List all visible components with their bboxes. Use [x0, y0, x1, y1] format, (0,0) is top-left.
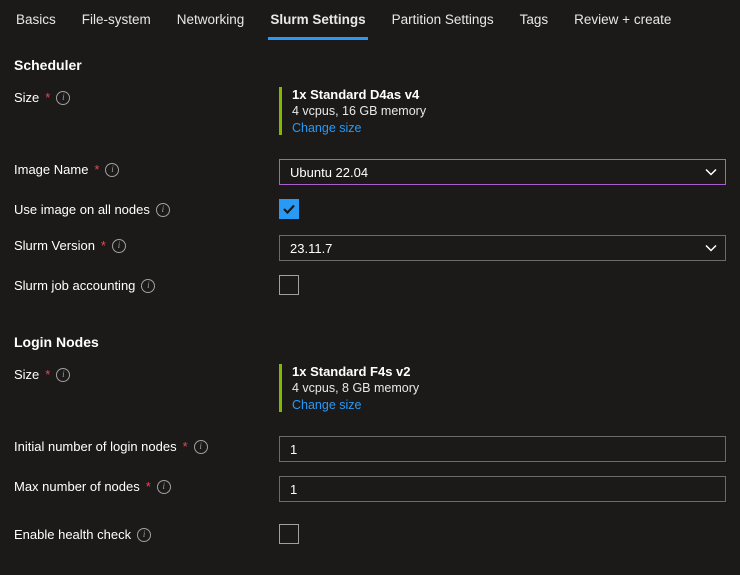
login-size-label: Size * i — [14, 364, 279, 382]
tab-networking[interactable]: Networking — [175, 6, 247, 40]
image-name-label: Image Name * i — [14, 159, 279, 177]
scheduler-size-title: 1x Standard D4as v4 — [292, 87, 426, 102]
tab-bar: Basics File-system Networking Slurm Sett… — [0, 0, 740, 41]
tab-partition-settings[interactable]: Partition Settings — [390, 6, 496, 40]
info-icon[interactable]: i — [194, 440, 208, 454]
use-image-all-nodes-checkbox[interactable] — [279, 199, 299, 219]
info-icon[interactable]: i — [157, 480, 171, 494]
label-text: Slurm job accounting — [14, 278, 135, 293]
login-size-sub: 4 vcpus, 8 GB memory — [292, 381, 419, 395]
slurm-job-accounting-label: Slurm job accounting i — [14, 275, 279, 293]
info-icon[interactable]: i — [156, 203, 170, 217]
scheduler-size-sub: 4 vcpus, 16 GB memory — [292, 104, 426, 118]
login-change-size-link[interactable]: Change size — [292, 398, 419, 412]
section-login-nodes-title: Login Nodes — [14, 334, 726, 350]
section-scheduler-title: Scheduler — [14, 57, 726, 73]
label-text: Max number of nodes — [14, 479, 140, 494]
label-text: Use image on all nodes — [14, 202, 150, 217]
info-icon[interactable]: i — [56, 368, 70, 382]
initial-login-nodes-label: Initial number of login nodes * i — [14, 436, 279, 454]
label-text: Image Name — [14, 162, 88, 177]
scheduler-size-block: 1x Standard D4as v4 4 vcpus, 16 GB memor… — [279, 87, 726, 135]
tab-review-create[interactable]: Review + create — [572, 6, 673, 40]
info-icon[interactable]: i — [137, 528, 151, 542]
label-text: Slurm Version — [14, 238, 95, 253]
required-indicator: * — [183, 439, 188, 454]
form-content: Scheduler Size * i 1x Standard D4as v4 4… — [0, 41, 740, 571]
login-size-block: 1x Standard F4s v2 4 vcpus, 8 GB memory … — [279, 364, 726, 412]
chevron-down-icon — [705, 242, 717, 254]
label-text: Size — [14, 90, 39, 105]
label-text: Size — [14, 367, 39, 382]
tab-filesystem[interactable]: File-system — [80, 6, 153, 40]
required-indicator: * — [45, 90, 50, 105]
use-image-all-nodes-label: Use image on all nodes i — [14, 199, 279, 217]
size-accent-bar — [279, 87, 282, 135]
info-icon[interactable]: i — [112, 239, 126, 253]
enable-health-check-checkbox[interactable] — [279, 524, 299, 544]
info-icon[interactable]: i — [141, 279, 155, 293]
slurm-version-label: Slurm Version * i — [14, 235, 279, 253]
scheduler-change-size-link[interactable]: Change size — [292, 121, 426, 135]
required-indicator: * — [45, 367, 50, 382]
required-indicator: * — [101, 238, 106, 253]
size-accent-bar — [279, 364, 282, 412]
info-icon[interactable]: i — [56, 91, 70, 105]
initial-login-nodes-input[interactable] — [279, 436, 726, 462]
max-nodes-input[interactable] — [279, 476, 726, 502]
tab-slurm-settings[interactable]: Slurm Settings — [268, 6, 367, 40]
tab-tags[interactable]: Tags — [518, 6, 551, 40]
slurm-job-accounting-checkbox[interactable] — [279, 275, 299, 295]
scheduler-size-label: Size * i — [14, 87, 279, 105]
info-icon[interactable]: i — [105, 163, 119, 177]
check-icon — [282, 202, 296, 216]
label-text: Enable health check — [14, 527, 131, 542]
label-text: Initial number of login nodes — [14, 439, 177, 454]
login-size-title: 1x Standard F4s v2 — [292, 364, 419, 379]
slurm-version-select[interactable]: 23.11.7 — [279, 235, 726, 261]
tab-basics[interactable]: Basics — [14, 6, 58, 40]
chevron-down-icon — [705, 166, 717, 178]
required-indicator: * — [94, 162, 99, 177]
select-value: Ubuntu 22.04 — [290, 165, 368, 180]
image-name-select[interactable]: Ubuntu 22.04 — [279, 159, 726, 185]
enable-health-check-label: Enable health check i — [14, 524, 279, 542]
select-value: 23.11.7 — [290, 241, 332, 256]
max-nodes-label: Max number of nodes * i — [14, 476, 279, 494]
required-indicator: * — [146, 479, 151, 494]
